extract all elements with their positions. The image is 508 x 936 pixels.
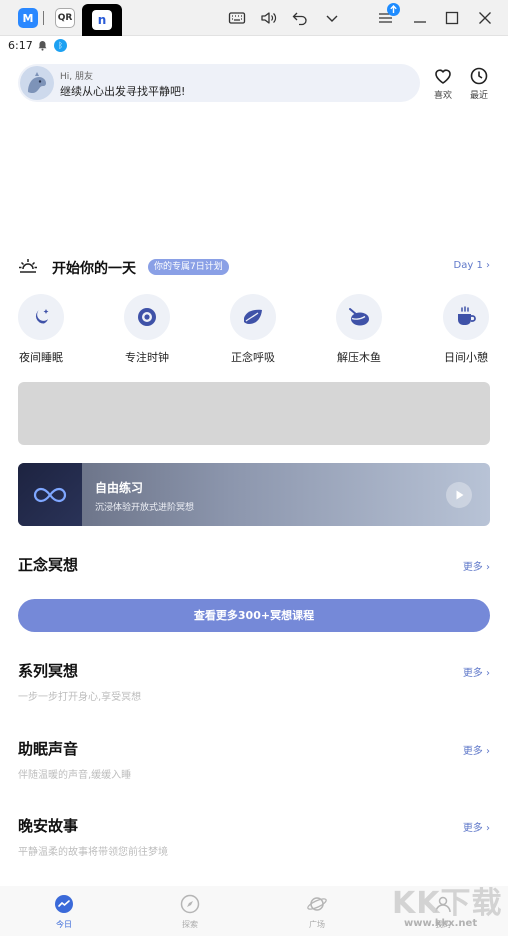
- section-title: 正念冥想: [18, 556, 79, 574]
- day-link[interactable]: Day 1 ›: [454, 260, 490, 271]
- quick-circle: [336, 294, 382, 340]
- more-link[interactable]: 更多 ›: [463, 819, 490, 834]
- app-tab-active[interactable]: n: [82, 4, 122, 36]
- promo-banner[interactable]: [18, 382, 490, 445]
- nav-explore[interactable]: 探索: [165, 893, 215, 930]
- more-link[interactable]: 更多 ›: [463, 664, 490, 679]
- compass-icon: [179, 893, 201, 915]
- more-label: 更多: [462, 746, 483, 757]
- heart-icon: [435, 69, 451, 84]
- tab-separator: [43, 11, 44, 25]
- app-tab-mumu[interactable]: M: [18, 8, 38, 28]
- wooden-fish-icon: [349, 308, 369, 326]
- nav-label: 今日: [56, 920, 72, 929]
- more-label: 更多: [462, 823, 483, 834]
- quick-focus-clock[interactable]: 专注时钟: [112, 294, 182, 365]
- quick-night-sleep[interactable]: 夜间睡眠: [6, 294, 76, 365]
- upload-badge-icon: [387, 3, 400, 16]
- play-icon: [456, 490, 464, 500]
- quick-circle: [124, 294, 170, 340]
- nav-label: 探索: [182, 920, 198, 929]
- quick-day-nap[interactable]: 日间小憩: [431, 294, 501, 365]
- section-description: 一步一步打开身心,享受冥想: [18, 692, 142, 703]
- maximize-icon[interactable]: [443, 9, 461, 27]
- coffee-cup-icon: [458, 306, 476, 325]
- quick-circle: [18, 294, 64, 340]
- greeting-hi: Hi, 朋友: [60, 72, 93, 82]
- recent-label: 最近: [469, 91, 488, 101]
- focus-target-icon: [138, 308, 156, 326]
- app-tab-qr[interactable]: QR: [55, 8, 75, 28]
- quick-circle: [443, 294, 489, 340]
- close-icon[interactable]: [476, 9, 494, 27]
- more-label: 更多: [462, 562, 483, 573]
- minimize-icon[interactable]: [411, 9, 429, 27]
- nav-square[interactable]: 广场: [292, 893, 342, 930]
- app-tab-icon: n: [92, 10, 112, 30]
- section-title: 系列冥想: [18, 662, 79, 680]
- volume-icon[interactable]: [259, 9, 277, 27]
- quick-circle: [230, 294, 276, 340]
- plan-badge[interactable]: 你的专属7日计划: [148, 259, 229, 275]
- favorites-label: 喜欢: [433, 91, 452, 101]
- status-bar: 6:17 ᛒ: [0, 36, 508, 56]
- keyboard-icon[interactable]: [228, 9, 246, 27]
- section-title: 助眠声音: [18, 740, 79, 758]
- chevron-down-icon[interactable]: [323, 9, 341, 27]
- mindfulness-section: 正念冥想 更多 ›: [18, 554, 490, 575]
- day-plan-title: 开始你的一天: [52, 261, 136, 277]
- nav-today[interactable]: 今日: [39, 893, 89, 930]
- leaf-icon: [244, 309, 262, 324]
- greeting-card[interactable]: Hi, 朋友 继续从心出发寻找平静吧!: [18, 64, 420, 102]
- greeting-message: 继续从心出发寻找平静吧!: [60, 85, 186, 98]
- more-link[interactable]: 更多 ›: [463, 558, 490, 573]
- emulator-toolbar: M QR n: [0, 0, 508, 36]
- quick-label: 夜间睡眠: [19, 351, 63, 364]
- clock-icon: [470, 67, 488, 85]
- planet-icon: [306, 893, 328, 915]
- avatar[interactable]: [20, 66, 54, 100]
- dolphin-avatar-icon: [20, 66, 54, 100]
- free-practice-card[interactable]: 自由练习 沉浸体验开放式进阶冥想: [18, 463, 490, 526]
- watermark-text: KK下载: [392, 886, 503, 921]
- section-title: 晚安故事: [18, 817, 79, 835]
- quick-label: 日间小憩: [444, 351, 488, 364]
- watermark-logo: KK下载 www.kkx.net: [392, 878, 506, 934]
- quick-label: 解压木鱼: [337, 351, 381, 364]
- quick-wooden-fish[interactable]: 解压木鱼: [324, 294, 394, 365]
- recent-button[interactable]: 最近: [466, 66, 492, 101]
- series-section: 系列冥想 一步一步打开身心,享受冥想 更多 ›: [18, 660, 490, 703]
- section-description: 平静温柔的故事将带领您前往梦境: [18, 847, 168, 858]
- section-description: 伴随温暖的声音,缓缓入睡: [18, 770, 132, 781]
- moon-star-icon: [35, 309, 49, 324]
- watermark-url: www.kkx.net: [404, 918, 478, 929]
- free-practice-subtitle: 沉浸体验开放式进阶冥想: [95, 503, 195, 513]
- infinity-icon: [33, 487, 67, 503]
- day-link-label: Day 1: [453, 260, 483, 271]
- today-icon: [53, 893, 75, 915]
- sleep-sounds-section: 助眠声音 伴随温暖的声音,缓缓入睡 更多 ›: [18, 738, 490, 781]
- quick-label: 专注时钟: [125, 351, 169, 364]
- view-more-courses-button[interactable]: 查看更多300+冥想课程: [18, 599, 490, 632]
- day-plan-header: 开始你的一天 你的专属7日计划 Day 1 ›: [18, 256, 490, 278]
- notification-bell-icon: [38, 41, 47, 51]
- more-label: 更多: [462, 668, 483, 679]
- more-link[interactable]: 更多 ›: [463, 742, 490, 757]
- nav-label: 广场: [309, 920, 325, 929]
- bedtime-stories-section: 晚安故事 平静温柔的故事将带领您前往梦境 更多 ›: [18, 815, 490, 858]
- quick-mindful-breath[interactable]: 正念呼吸: [218, 294, 288, 365]
- play-button[interactable]: [446, 482, 472, 508]
- bluetooth-icon: ᛒ: [54, 39, 67, 52]
- quick-label: 正念呼吸: [231, 351, 275, 364]
- free-practice-thumbnail: [18, 463, 82, 526]
- back-icon[interactable]: [291, 9, 309, 27]
- free-practice-title: 自由练习: [95, 481, 144, 495]
- status-time: 6:17: [8, 39, 33, 52]
- sunrise-icon: [18, 256, 38, 276]
- favorites-button[interactable]: 喜欢: [430, 66, 456, 101]
